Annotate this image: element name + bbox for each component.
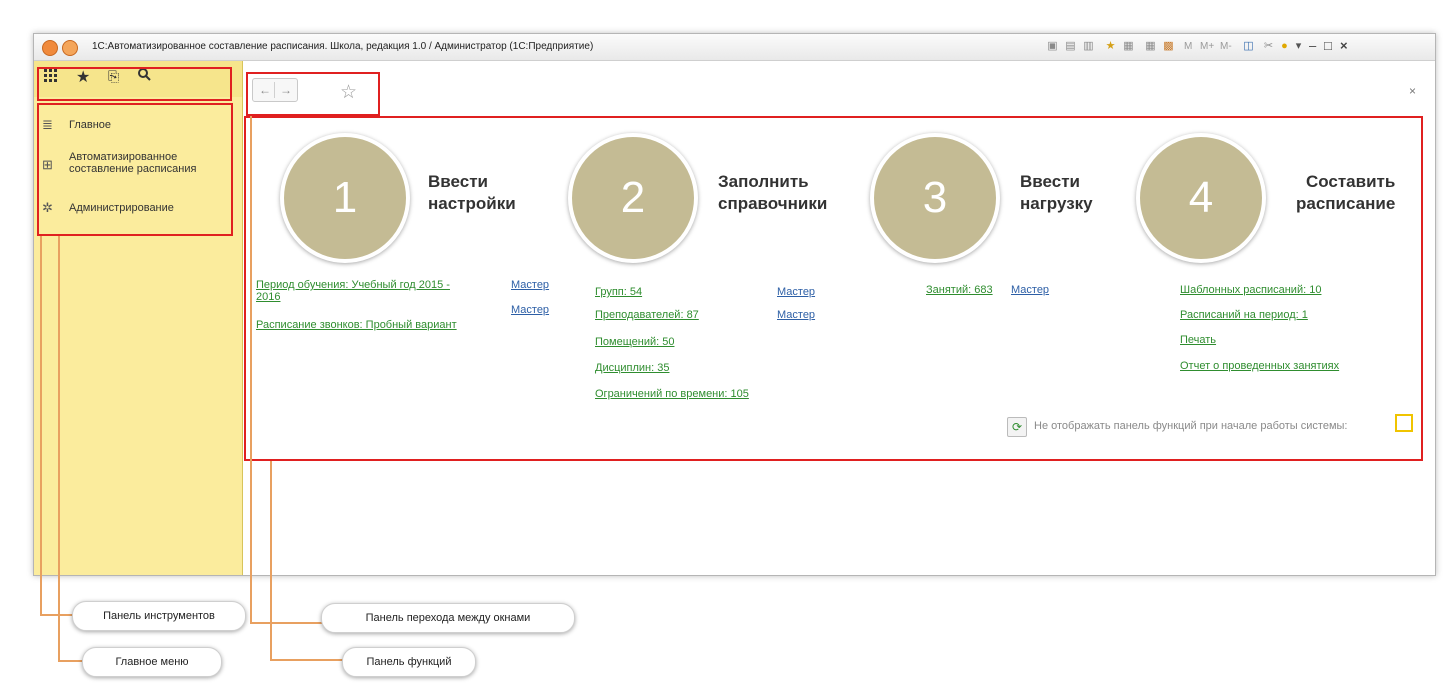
favorites-icon[interactable]: ★ bbox=[1104, 40, 1117, 53]
chevron-down-icon[interactable]: ▾ bbox=[1292, 40, 1305, 53]
main-menu-highlight bbox=[37, 103, 233, 236]
memory-sub-button[interactable]: M- bbox=[1220, 41, 1232, 52]
close-form-icon[interactable]: × bbox=[1409, 84, 1416, 98]
panels-icon[interactable]: ◫ bbox=[1242, 40, 1255, 53]
title-bar: 1С:Автоматизированное составление распис… bbox=[34, 34, 1435, 61]
func-panel-callout: Панель функций bbox=[342, 647, 476, 677]
main-menu-callout: Главное меню bbox=[82, 647, 222, 677]
1c-logo-icon[interactable] bbox=[42, 40, 58, 56]
window-title: 1С:Автоматизированное составление распис… bbox=[92, 41, 594, 52]
save-icon[interactable]: ▣ bbox=[1046, 40, 1059, 53]
minimize-icon[interactable]: – bbox=[1309, 38, 1316, 53]
scissors-icon[interactable]: ✂ bbox=[1262, 40, 1275, 53]
calculator-icon[interactable]: ▦ bbox=[1144, 40, 1157, 53]
functions-panel-highlight bbox=[244, 116, 1423, 461]
calendar-icon[interactable]: ▩ bbox=[1162, 40, 1175, 53]
memory-add-button[interactable]: M+ bbox=[1200, 41, 1214, 52]
preview-icon[interactable]: ▥ bbox=[1082, 40, 1095, 53]
link-icon[interactable]: ▦ bbox=[1122, 40, 1135, 53]
nav-panel-highlight bbox=[246, 72, 380, 116]
nav-panel-callout: Панель перехода между окнами bbox=[321, 603, 575, 633]
maximize-icon[interactable]: □ bbox=[1324, 38, 1332, 53]
info-icon[interactable]: ● bbox=[1278, 40, 1291, 53]
tools-panel-highlight bbox=[37, 67, 232, 101]
dropdown-menu-icon[interactable] bbox=[62, 40, 78, 56]
tools-panel-callout: Панель инструментов bbox=[72, 601, 246, 631]
close-window-icon[interactable]: × bbox=[1340, 38, 1348, 53]
print-icon[interactable]: ▤ bbox=[1064, 40, 1077, 53]
memory-m-button[interactable]: M bbox=[1184, 41, 1192, 52]
menu-connector bbox=[58, 236, 84, 662]
